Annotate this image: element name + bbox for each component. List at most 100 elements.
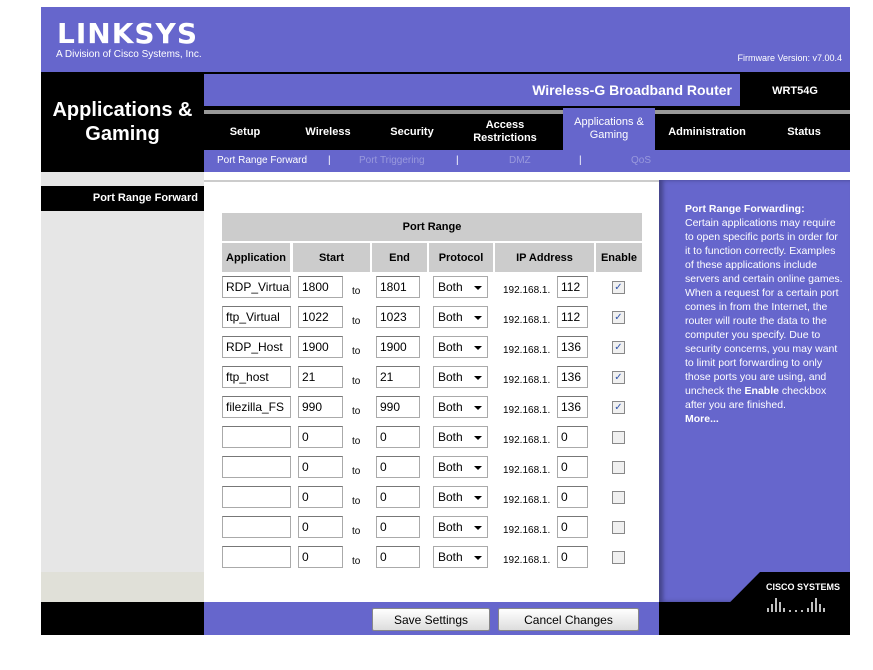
help-body: Certain applications may require to open… xyxy=(685,217,843,397)
start-port-input[interactable]: 0 xyxy=(298,486,343,508)
application-name-input[interactable]: ftp_Virtual xyxy=(222,306,291,328)
enable-checkbox[interactable]: ✓ xyxy=(612,371,625,384)
end-port-input[interactable]: 21 xyxy=(376,366,420,388)
column-header: Application xyxy=(222,243,290,272)
protocol-value: Both xyxy=(438,400,463,414)
ip-last-octet-input[interactable]: 112 xyxy=(557,306,588,328)
cancel-changes-button[interactable]: Cancel Changes xyxy=(498,608,639,631)
protocol-select[interactable]: Both xyxy=(433,396,488,418)
ip-last-octet-input[interactable]: 136 xyxy=(557,396,588,418)
start-port-input[interactable]: 1800 xyxy=(298,276,343,298)
ip-last-octet-input[interactable]: 0 xyxy=(557,426,588,448)
tab-administration[interactable]: Administration xyxy=(658,114,756,150)
cisco-logo-text: CISCO SYSTEMS xyxy=(766,582,841,592)
chevron-down-icon xyxy=(474,346,482,350)
enable-checkbox[interactable]: ✓ xyxy=(612,311,625,324)
tab-security[interactable]: Security xyxy=(378,114,446,150)
column-header: IP Address xyxy=(495,243,594,272)
protocol-value: Both xyxy=(438,460,463,474)
chevron-down-icon xyxy=(474,496,482,500)
tab-status[interactable]: Status xyxy=(770,114,838,150)
ip-prefix: 192.168.1. xyxy=(503,495,551,506)
ip-prefix: 192.168.1. xyxy=(503,375,551,386)
application-name-input[interactable]: ftp_host xyxy=(222,366,291,388)
column-header: Protocol xyxy=(429,243,493,272)
application-name-input[interactable] xyxy=(222,486,291,508)
enable-checkbox[interactable] xyxy=(612,491,625,504)
ip-last-octet-input[interactable]: 136 xyxy=(557,366,588,388)
protocol-value: Both xyxy=(438,520,463,534)
ip-last-octet-input[interactable]: 112 xyxy=(557,276,588,298)
start-port-input[interactable]: 0 xyxy=(298,546,343,568)
end-port-input[interactable]: 0 xyxy=(376,546,420,568)
protocol-select[interactable]: Both xyxy=(433,546,488,568)
subtab-dmz[interactable]: DMZ xyxy=(509,155,531,166)
protocol-value: Both xyxy=(438,310,463,324)
protocol-select[interactable]: Both xyxy=(433,366,488,388)
tab-wireless[interactable]: Wireless xyxy=(292,114,364,150)
enable-checkbox[interactable]: ✓ xyxy=(612,341,625,354)
column-header: Enable xyxy=(596,243,642,272)
tab-applications-gaming[interactable]: Applications & Gaming xyxy=(563,108,655,150)
ip-last-octet-input[interactable]: 136 xyxy=(557,336,588,358)
linksys-logo: LINKSYS xyxy=(57,17,198,50)
tab-setup[interactable]: Setup xyxy=(212,114,278,150)
subtab-qos[interactable]: QoS xyxy=(631,155,651,166)
end-port-input[interactable]: 0 xyxy=(376,426,420,448)
enable-checkbox[interactable] xyxy=(612,521,625,534)
ip-last-octet-input[interactable]: 0 xyxy=(557,516,588,538)
start-port-input[interactable]: 21 xyxy=(298,366,343,388)
application-name-input[interactable] xyxy=(222,516,291,538)
subtab-port-range-forward[interactable]: Port Range Forward xyxy=(217,155,307,166)
end-port-input[interactable]: 1023 xyxy=(376,306,420,328)
ip-prefix: 192.168.1. xyxy=(503,405,551,416)
start-port-input[interactable]: 0 xyxy=(298,456,343,478)
to-label: to xyxy=(352,496,361,507)
protocol-select[interactable]: Both xyxy=(433,336,488,358)
protocol-select[interactable]: Both xyxy=(433,516,488,538)
start-port-input[interactable]: 1022 xyxy=(298,306,343,328)
enable-checkbox[interactable] xyxy=(612,431,625,444)
ip-last-octet-input[interactable]: 0 xyxy=(557,456,588,478)
protocol-select[interactable]: Both xyxy=(433,486,488,508)
end-port-input[interactable]: 0 xyxy=(376,456,420,478)
end-port-input[interactable]: 0 xyxy=(376,516,420,538)
protocol-select[interactable]: Both xyxy=(433,276,488,298)
start-port-input[interactable]: 1900 xyxy=(298,336,343,358)
ip-prefix: 192.168.1. xyxy=(503,345,551,356)
enable-checkbox[interactable] xyxy=(612,551,625,564)
more-link[interactable]: More... xyxy=(685,413,719,425)
protocol-value: Both xyxy=(438,490,463,504)
application-name-input[interactable]: RDP_Host xyxy=(222,336,291,358)
protocol-select[interactable]: Both xyxy=(433,456,488,478)
help-text: Port Range Forwarding: Certain applicati… xyxy=(685,202,845,426)
chevron-down-icon xyxy=(474,436,482,440)
save-settings-button[interactable]: Save Settings xyxy=(372,608,490,631)
footer-left xyxy=(41,602,204,635)
application-name-input[interactable] xyxy=(222,546,291,568)
enable-checkbox[interactable]: ✓ xyxy=(612,401,625,414)
application-name-input[interactable] xyxy=(222,426,291,448)
start-port-input[interactable]: 990 xyxy=(298,396,343,418)
end-port-input[interactable]: 990 xyxy=(376,396,420,418)
tab-access-restrictions[interactable]: Access Restrictions xyxy=(460,114,550,150)
sidebar-item-port-range-forward: Port Range Forward xyxy=(41,186,204,211)
application-name-input[interactable] xyxy=(222,456,291,478)
end-port-input[interactable]: 1900 xyxy=(376,336,420,358)
enable-checkbox[interactable] xyxy=(612,461,625,474)
start-port-input[interactable]: 0 xyxy=(298,426,343,448)
end-port-input[interactable]: 1801 xyxy=(376,276,420,298)
chevron-down-icon xyxy=(474,466,482,470)
protocol-select[interactable]: Both xyxy=(433,426,488,448)
ip-last-octet-input[interactable]: 0 xyxy=(557,546,588,568)
enable-checkbox[interactable]: ✓ xyxy=(612,281,625,294)
application-name-input[interactable]: RDP_Virtual xyxy=(222,276,291,298)
application-name-input[interactable]: filezilla_FS xyxy=(222,396,291,418)
end-port-input[interactable]: 0 xyxy=(376,486,420,508)
start-port-input[interactable]: 0 xyxy=(298,516,343,538)
protocol-value: Both xyxy=(438,340,463,354)
to-label: to xyxy=(352,466,361,477)
ip-last-octet-input[interactable]: 0 xyxy=(557,486,588,508)
subtab-port-triggering[interactable]: Port Triggering xyxy=(359,155,425,166)
protocol-select[interactable]: Both xyxy=(433,306,488,328)
